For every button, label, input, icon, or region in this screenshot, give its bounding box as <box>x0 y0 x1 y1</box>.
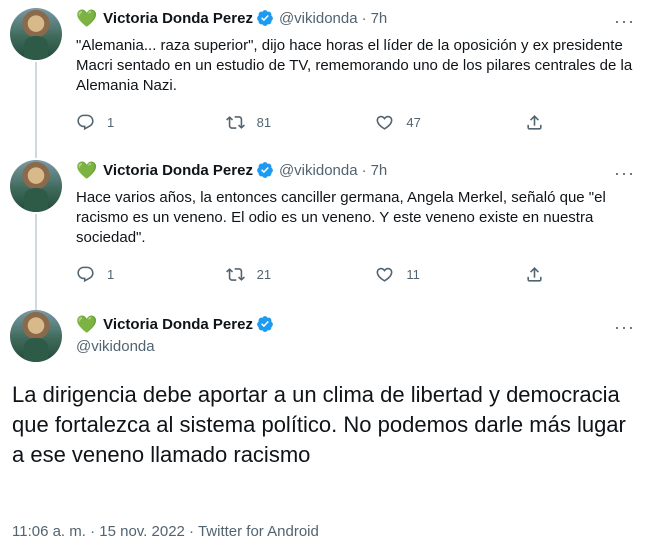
like-icon <box>376 267 393 282</box>
author-name[interactable]: Victoria Donda Perez <box>103 316 253 333</box>
tweet-header: 💚 Victoria Donda Perez @vikidonda · 7h <box>76 9 387 27</box>
green-heart-emoji: 💚 <box>76 160 98 180</box>
tweet-text: Hace varios años, la entonces canciller … <box>76 189 606 246</box>
retweet-count: 81 <box>256 115 272 130</box>
retweet-icon <box>225 268 245 281</box>
tweet-actions: 1 21 11 <box>76 265 556 284</box>
tweet[interactable]: 💚 Victoria Donda Perez @vikidonda · 7h ·… <box>0 0 649 160</box>
share-button[interactable] <box>525 113 556 132</box>
reply-button[interactable]: 1 <box>76 265 226 284</box>
reply-button[interactable]: 1 <box>76 113 226 132</box>
tweet-text: "Alemania... raza superior", dijo hace h… <box>76 37 633 94</box>
tweet-time[interactable]: 7h <box>371 10 388 27</box>
avatar[interactable] <box>10 160 62 212</box>
verified-badge-icon <box>257 316 273 332</box>
author-name[interactable]: Victoria Donda Perez <box>103 10 253 27</box>
like-button[interactable]: 47 <box>375 113 525 132</box>
tweet-actions: 1 81 47 <box>76 113 556 132</box>
share-icon <box>527 115 542 130</box>
tweet[interactable]: 💚 Victoria Donda Perez @vikidonda · 7h ·… <box>0 152 649 308</box>
more-options-icon[interactable]: ··· <box>614 318 635 336</box>
author-handle[interactable]: @vikidonda <box>279 162 358 179</box>
separator-dot: · <box>361 9 367 27</box>
retweet-icon <box>225 116 245 129</box>
tweet-time[interactable]: 7h <box>371 162 388 179</box>
like-button[interactable]: 11 <box>375 265 525 284</box>
retweet-count: 21 <box>256 267 272 282</box>
meta-separator: · <box>184 523 198 540</box>
green-heart-emoji: 💚 <box>76 8 98 28</box>
tweet-source[interactable]: Twitter for Android <box>198 523 319 540</box>
separator-dot: · <box>361 161 367 179</box>
green-heart-emoji: 💚 <box>76 314 98 334</box>
tweet-header: 💚 Victoria Donda Perez @vikidonda · 7h <box>76 161 387 179</box>
share-button[interactable] <box>525 265 556 284</box>
avatar[interactable] <box>10 8 62 60</box>
avatar[interactable] <box>10 310 62 362</box>
author-handle[interactable]: @vikidonda <box>76 338 155 355</box>
share-icon <box>527 267 542 282</box>
main-tweet: 💚 Victoria Donda Perez ··· @vikidonda La… <box>0 304 649 545</box>
retweet-button[interactable]: 81 <box>225 113 376 132</box>
author-handle[interactable]: @vikidonda <box>279 10 358 27</box>
more-options-icon[interactable]: ··· <box>614 12 635 30</box>
tweet-meta: 11:06 a. m. · 15 nov. 2022 · Twitter for… <box>12 523 319 540</box>
reply-icon <box>77 114 94 131</box>
like-icon <box>376 115 393 130</box>
more-options-icon[interactable]: ··· <box>614 164 635 182</box>
tweet-timestamp[interactable]: 11:06 a. m. · 15 nov. 2022 <box>12 523 185 540</box>
reply-count: 1 <box>107 115 115 130</box>
like-count: 47 <box>406 115 421 130</box>
verified-badge-icon <box>257 162 273 178</box>
reply-count: 1 <box>107 267 115 282</box>
tweet-text: La dirigencia debe aportar a un clima de… <box>12 382 626 467</box>
tweet-header: 💚 Victoria Donda Perez <box>76 315 274 333</box>
retweet-button[interactable]: 21 <box>225 265 376 284</box>
reply-icon <box>77 266 94 283</box>
author-name[interactable]: Victoria Donda Perez <box>103 162 253 179</box>
verified-badge-icon <box>257 10 273 26</box>
like-count: 11 <box>406 267 420 282</box>
